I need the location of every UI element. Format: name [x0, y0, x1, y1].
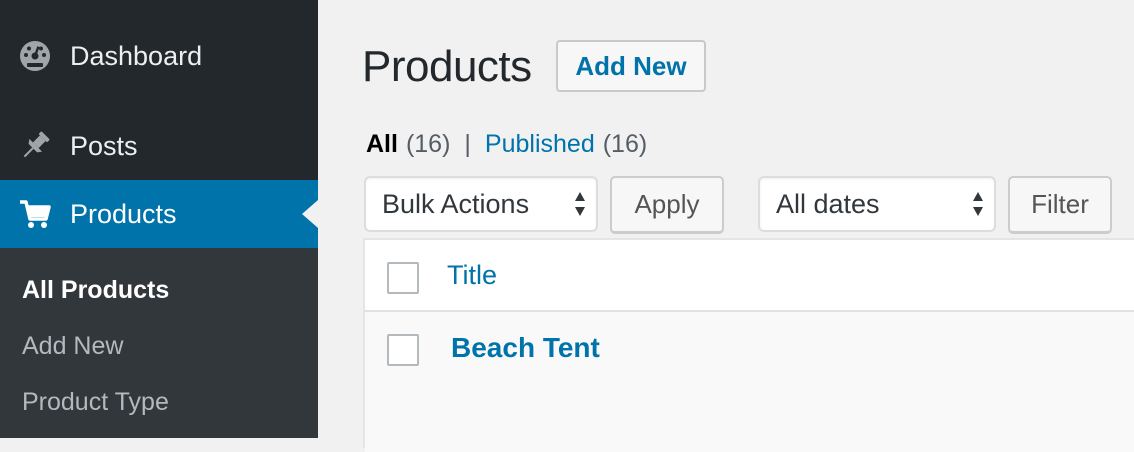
current-menu-arrow [302, 200, 318, 228]
menu-item-label: Products [70, 198, 177, 229]
status-views: All (16) | Published (16) [366, 130, 647, 159]
row-checkbox[interactable] [387, 334, 419, 366]
view-all-link[interactable]: All [366, 130, 398, 159]
dates-filter-value: All dates [776, 188, 880, 219]
submenu-item-add-new[interactable]: Add New [22, 332, 123, 361]
view-all-count: (16) [405, 130, 451, 158]
pin-icon [18, 129, 52, 163]
select-updown-icon [973, 192, 983, 216]
table-row: Beach Tent [365, 312, 1134, 452]
table-header-row: Title [365, 240, 1134, 312]
dashboard-icon [18, 39, 52, 73]
submenu-item-all-products[interactable]: All Products [22, 276, 169, 305]
submenu-item-product-type[interactable]: Product Type [22, 388, 169, 417]
cart-icon [18, 197, 52, 231]
bulk-actions-value: Bulk Actions [382, 188, 530, 219]
row-title-link[interactable]: Beach Tent [451, 332, 600, 364]
select-all-checkbox[interactable] [387, 262, 419, 294]
bulk-actions-select[interactable]: Bulk Actions [364, 176, 598, 232]
views-separator: | [464, 130, 471, 158]
admin-sidebar: Dashboard Posts Products All Products Ad… [0, 0, 318, 438]
menu-item-dashboard[interactable]: Dashboard [0, 30, 318, 82]
filter-button[interactable]: Filter [1008, 176, 1112, 234]
menu-item-posts[interactable]: Posts [0, 120, 318, 172]
column-header-title[interactable]: Title [447, 260, 497, 291]
apply-button[interactable]: Apply [610, 176, 724, 234]
view-published-count: (16) [602, 130, 648, 158]
menu-item-products[interactable]: Products [0, 180, 318, 248]
view-published-link[interactable]: Published [485, 130, 595, 159]
add-new-button[interactable]: Add New [556, 40, 706, 92]
products-table: Title Beach Tent [363, 238, 1134, 452]
menu-item-label: Dashboard [70, 40, 203, 71]
menu-item-label: Posts [70, 130, 138, 161]
products-submenu: All Products Add New Product Type [0, 248, 318, 438]
select-updown-icon [575, 192, 585, 216]
page-title: Products [362, 42, 532, 91]
dates-filter-select[interactable]: All dates [758, 176, 996, 232]
